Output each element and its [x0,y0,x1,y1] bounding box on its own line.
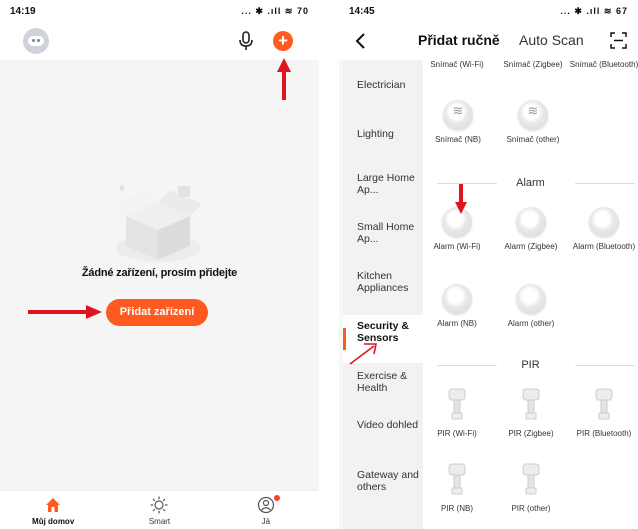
device-pir-nb[interactable]: PIR (NB) [422,462,492,514]
category-exercise-health[interactable]: Exercise & Health [357,370,421,394]
status-time: 14:19 [10,5,36,17]
device-label: Alarm (Bluetooth) [572,242,636,251]
device-label: Alarm (Wi-Fi) [433,242,481,251]
device-grid: Snímač (Wi-Fi) Snímač (Zigbee) Snímač (B… [423,60,638,529]
alarm-device-icon [516,284,546,314]
nav-home[interactable]: Můj domov [0,491,106,529]
device-sensor-other[interactable]: Snímač (other) [498,100,568,145]
alarm-device-icon [589,207,619,237]
pir-sensor-icon [522,463,540,495]
device-label: Snímač (other) [506,135,560,144]
category-electrician[interactable]: Electrician [357,79,421,91]
category-small-home-appliances[interactable]: Small Home Ap... [357,221,421,245]
category-lighting[interactable]: Lighting [357,128,421,140]
category-sidebar: Electrician Lighting Large Home Ap... Sm… [343,60,423,529]
device-label: Snímač (Bluetooth) [569,60,638,69]
sun-icon [150,496,168,514]
sensor-icon [518,100,548,130]
device-label: Alarm (other) [507,319,555,328]
scan-icon[interactable] [610,32,627,49]
bottom-navigation: Můj domov Smart Já [0,490,319,529]
nav-smart[interactable]: Smart [106,491,212,529]
tab-add-manually[interactable]: Přidat ručně [418,32,500,48]
add-device-icon[interactable]: + [273,31,293,51]
device-label: PIR (NB) [441,504,473,513]
category-large-home-appliances[interactable]: Large Home Ap... [357,172,421,196]
device-pir-bluetooth[interactable]: PIR (Bluetooth) [569,387,638,439]
pir-sensor-icon [448,388,466,420]
device-sensor-zigbee[interactable]: Snímač (Zigbee) [496,60,570,70]
empty-state-text: Žádné zařízení, prosím přidejte [81,267,238,279]
device-label: PIR (Wi-Fi) [437,429,477,438]
nav-me-label: Já [261,517,271,526]
annotation-arrow-up [277,58,291,100]
device-alarm-nb[interactable]: Alarm (NB) [422,284,492,329]
category-kitchen-appliances[interactable]: Kitchen Appliances [357,270,421,294]
avatar[interactable] [23,28,49,54]
device-label: Alarm (NB) [437,319,477,328]
status-bar-right: 14:45 ... ✱ .ıll ≋ 67 [339,0,638,22]
device-label: Alarm (Zigbee) [504,242,558,251]
sensor-icon [443,100,473,130]
category-video-surveillance[interactable]: Video dohled [357,419,421,431]
annotation-arrow-diagonal [349,343,377,365]
annotation-arrow-down [455,184,467,214]
active-category-indicator [343,328,346,350]
microphone-icon[interactable] [237,31,255,51]
empty-box-illustration [114,185,202,262]
device-label: Snímač (Zigbee) [503,60,563,69]
back-icon[interactable] [353,32,369,50]
device-alarm-zigbee[interactable]: Alarm (Zigbee) [496,207,566,252]
device-label: PIR (Zigbee) [508,429,554,438]
nav-me[interactable]: Já [213,491,319,529]
right-screen: 14:45 ... ✱ .ıll ≋ 67 Přidat ručně Auto … [339,0,638,529]
profile-icon [257,496,274,514]
status-icons: ... ✱ .ıll ≋ 70 [241,5,309,16]
notification-badge [273,495,280,501]
alarm-device-icon [516,207,546,237]
tab-auto-scan[interactable]: Auto Scan [519,32,584,48]
annotation-arrow-right [28,305,102,319]
device-label: Snímač (NB) [435,135,481,144]
category-gateway-others[interactable]: Gateway and others [357,469,421,493]
pir-sensor-icon [595,388,613,420]
status-time-right: 14:45 [349,5,375,17]
nav-smart-label: Smart [148,517,171,526]
device-label: PIR (other) [511,504,551,513]
device-sensor-wifi[interactable]: Snímač (Wi-Fi) [422,60,492,70]
status-icons-right: ... ✱ .ıll ≋ 67 [560,5,628,16]
device-pir-wifi[interactable]: PIR (Wi-Fi) [422,387,492,439]
left-screen: 14:19 ... ✱ .ıll ≋ 70 + Žádné zařízení, … [0,0,319,529]
device-pir-other[interactable]: PIR (other) [496,462,566,514]
device-sensor-nb[interactable]: Snímač (NB) [422,100,494,145]
device-sensor-bluetooth[interactable]: Snímač (Bluetooth) [569,60,638,70]
device-label: PIR (Bluetooth) [576,429,632,438]
device-pir-zigbee[interactable]: PIR (Zigbee) [496,387,566,439]
pir-sensor-icon [522,388,540,420]
alarm-device-icon [442,284,472,314]
status-bar: 14:19 ... ✱ .ıll ≋ 70 [0,0,319,22]
home-icon [46,498,61,512]
pir-sensor-icon [448,463,466,495]
section-title-pir: PIR [521,359,540,371]
nav-home-label: Můj domov [32,517,75,526]
device-alarm-other[interactable]: Alarm (other) [496,284,566,329]
avatar-face-icon [28,36,44,46]
device-label: Snímač (Wi-Fi) [430,60,484,69]
top-tab-bar: Přidat ručně Auto Scan [339,22,638,60]
device-alarm-bluetooth[interactable]: Alarm (Bluetooth) [569,207,638,252]
add-device-button[interactable]: Přidat zařízení [106,299,208,326]
